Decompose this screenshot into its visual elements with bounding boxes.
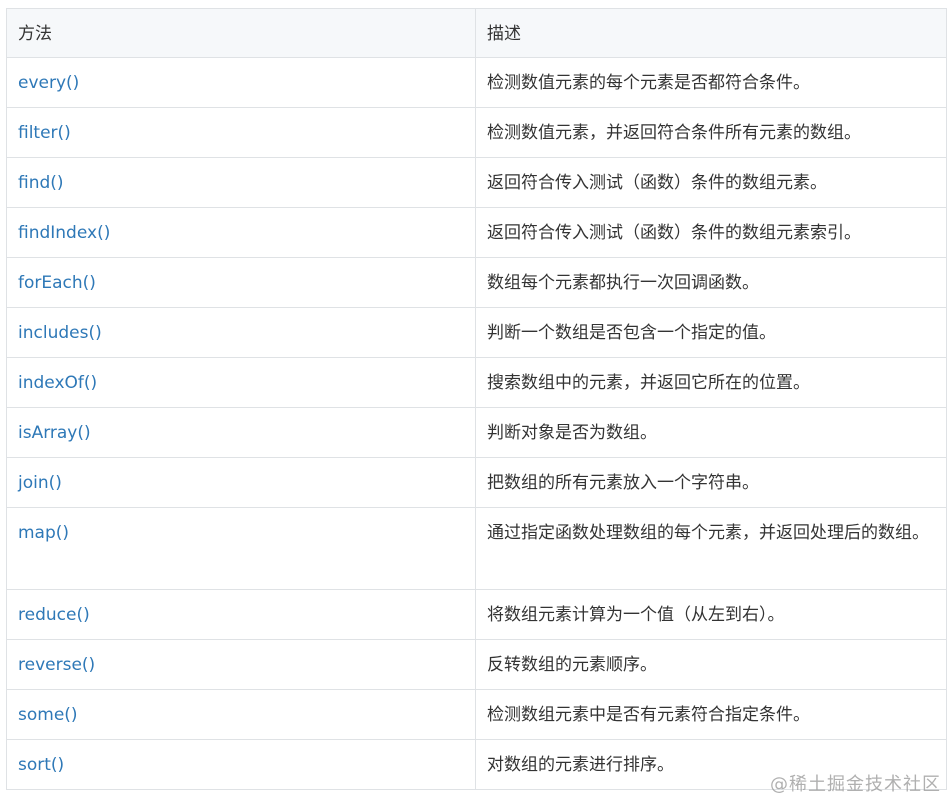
method-link-reverse[interactable]: reverse(): [18, 655, 95, 675]
table-row: indexOf() 搜索数组中的元素，并返回它所在的位置。: [6, 357, 947, 408]
method-link-find[interactable]: find(): [18, 173, 64, 193]
description-cell: 把数组的所有元素放入一个字符串。: [475, 457, 947, 508]
description-cell: 检测数值元素，并返回符合条件所有元素的数组。: [475, 107, 947, 158]
description-cell: 将数组元素计算为一个值（从左到右）。: [475, 589, 947, 640]
method-link-filter[interactable]: filter(): [18, 123, 71, 143]
table-row: join() 把数组的所有元素放入一个字符串。: [6, 457, 947, 508]
description-cell: 判断对象是否为数组。: [475, 407, 947, 458]
method-cell: findIndex(): [6, 207, 476, 258]
description-cell: 反转数组的元素顺序。: [475, 639, 947, 690]
table-row: some() 检测数组元素中是否有元素符合指定条件。: [6, 689, 947, 740]
method-link-every[interactable]: every(): [18, 73, 79, 93]
table-row: reduce() 将数组元素计算为一个值（从左到右）。: [6, 589, 947, 640]
watermark: @稀土掘金技术社区: [770, 774, 941, 795]
method-cell: find(): [6, 157, 476, 208]
description-cell: 返回符合传入测试（函数）条件的数组元素索引。: [475, 207, 947, 258]
method-cell: reduce(): [6, 589, 476, 640]
description-cell: 搜索数组中的元素，并返回它所在的位置。: [475, 357, 947, 408]
method-link-map[interactable]: map(): [18, 523, 69, 543]
method-link-indexof[interactable]: indexOf(): [18, 373, 97, 393]
method-cell: isArray(): [6, 407, 476, 458]
method-link-sort[interactable]: sort(): [18, 755, 64, 775]
method-cell: sort(): [6, 739, 476, 790]
method-cell: indexOf(): [6, 357, 476, 408]
description-cell: 检测数值元素的每个元素是否都符合条件。: [475, 57, 947, 108]
method-cell: every(): [6, 57, 476, 108]
description-cell: 检测数组元素中是否有元素符合指定条件。: [475, 689, 947, 740]
header-description: 描述: [475, 8, 947, 58]
description-cell: 返回符合传入测试（函数）条件的数组元素。: [475, 157, 947, 208]
method-link-foreach[interactable]: forEach(): [18, 273, 96, 293]
method-cell: reverse(): [6, 639, 476, 690]
header-method: 方法: [6, 8, 476, 58]
table-row: map() 通过指定函数处理数组的每个元素，并返回处理后的数组。: [6, 507, 947, 590]
table-row: findIndex() 返回符合传入测试（函数）条件的数组元素索引。: [6, 207, 947, 258]
table-row: reverse() 反转数组的元素顺序。: [6, 639, 947, 690]
method-link-some[interactable]: some(): [18, 705, 78, 725]
method-cell: forEach(): [6, 257, 476, 308]
table-row: isArray() 判断对象是否为数组。: [6, 407, 947, 458]
method-link-join[interactable]: join(): [18, 473, 62, 493]
methods-table-container: 方法 描述 every() 检测数值元素的每个元素是否都符合条件。 filter…: [6, 8, 947, 790]
table-row: every() 检测数值元素的每个元素是否都符合条件。: [6, 57, 947, 108]
table-row: find() 返回符合传入测试（函数）条件的数组元素。: [6, 157, 947, 208]
method-link-includes[interactable]: includes(): [18, 323, 102, 343]
method-cell: filter(): [6, 107, 476, 158]
table-row: includes() 判断一个数组是否包含一个指定的值。: [6, 307, 947, 358]
method-link-isarray[interactable]: isArray(): [18, 423, 91, 443]
description-cell: 判断一个数组是否包含一个指定的值。: [475, 307, 947, 358]
method-cell: join(): [6, 457, 476, 508]
method-link-findindex[interactable]: findIndex(): [18, 223, 110, 243]
array-methods-table: 方法 描述 every() 检测数值元素的每个元素是否都符合条件。 filter…: [6, 8, 947, 790]
table-row: filter() 检测数值元素，并返回符合条件所有元素的数组。: [6, 107, 947, 158]
method-cell: some(): [6, 689, 476, 740]
table-row: forEach() 数组每个元素都执行一次回调函数。: [6, 257, 947, 308]
method-link-reduce[interactable]: reduce(): [18, 605, 90, 625]
method-cell: map(): [6, 507, 476, 590]
description-cell: 数组每个元素都执行一次回调函数。: [475, 257, 947, 308]
method-cell: includes(): [6, 307, 476, 358]
table-header-row: 方法 描述: [6, 8, 947, 58]
description-cell: 通过指定函数处理数组的每个元素，并返回处理后的数组。: [475, 507, 947, 590]
